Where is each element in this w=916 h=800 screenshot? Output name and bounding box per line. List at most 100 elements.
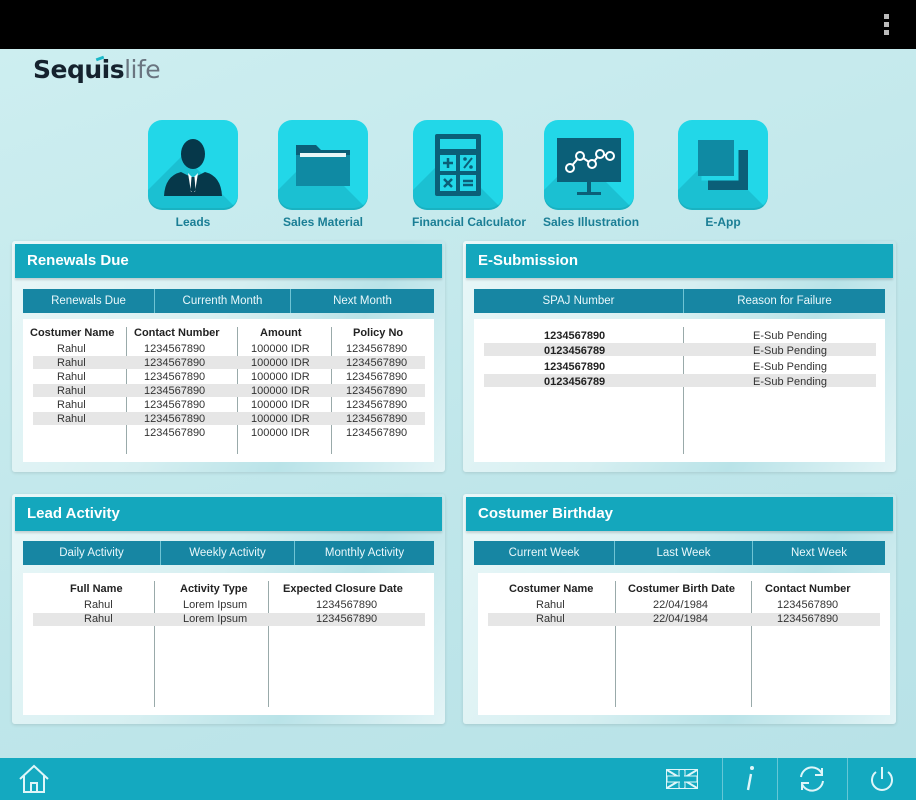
chart-monitor-icon xyxy=(557,138,621,195)
table-cell: 1234567890 xyxy=(316,599,378,611)
info-button[interactable] xyxy=(737,758,763,800)
birthday-tabs: Current Week Last Week Next Week xyxy=(474,541,885,565)
renewals-tabs: Renewals Due Currenth Month Next Month xyxy=(23,289,434,313)
tab-next-month[interactable]: Next Month xyxy=(291,289,434,313)
column-header: Expected Closure Date xyxy=(283,583,403,595)
nav-tile-sales-illustration[interactable]: Sales Illustration xyxy=(543,120,639,229)
birthday-table: Costumer Name Costumer Birth Date Contac… xyxy=(478,573,890,715)
table-cell: Lorem Ipsum xyxy=(183,613,248,625)
lead-activity-tabs: Daily Activity Weekly Activity Monthly A… xyxy=(23,541,434,565)
renewals-due-panel: Renewals Due Renewals Due Currenth Month… xyxy=(12,241,445,472)
table-cell: 1234567890 xyxy=(346,385,408,397)
bottom-toolbar xyxy=(0,758,916,800)
table-cell: 1234567890 xyxy=(346,399,408,411)
power-icon xyxy=(871,767,893,791)
table-cell: 1234567890 xyxy=(346,427,408,439)
table-cell: Rahul xyxy=(57,343,86,355)
table-cell: 1234567890 xyxy=(346,413,408,425)
column-header: Amount xyxy=(260,327,302,339)
info-icon xyxy=(746,766,754,791)
table-cell: Rahul xyxy=(57,357,86,369)
folder-icon xyxy=(296,145,350,186)
e-submission-tabs: SPAJ Number Reason for Failure xyxy=(474,289,885,313)
power-button[interactable] xyxy=(864,758,900,800)
tab-weekly-activity[interactable]: Weekly Activity xyxy=(161,541,295,565)
table-cell: 1234567890 xyxy=(144,399,206,411)
e-submission-panel: E-Submission SPAJ Number Reason for Fail… xyxy=(463,241,896,472)
costumer-birthday-panel: Costumer Birthday Current Week Last Week… xyxy=(463,494,896,724)
table-cell: 100000 IDR xyxy=(251,343,310,355)
table-cell: 22/04/1984 xyxy=(653,599,709,611)
uk-flag-icon xyxy=(666,769,698,789)
table-cell: 1234567890 xyxy=(346,371,408,383)
tab-current-month[interactable]: Currenth Month xyxy=(155,289,291,313)
table-cell: Rahul xyxy=(57,385,86,397)
table-cell: Rahul xyxy=(57,399,86,411)
tab-monthly-activity[interactable]: Monthly Activity xyxy=(295,541,434,565)
overflow-menu-icon[interactable] xyxy=(884,14,890,36)
tab-renewals-due[interactable]: Renewals Due xyxy=(23,289,155,313)
tab-daily-activity[interactable]: Daily Activity xyxy=(23,541,161,565)
column-header: Activity Type xyxy=(180,583,248,595)
nav-tile-sales-material[interactable]: Sales Material xyxy=(277,120,369,229)
table-cell: 1234567890 xyxy=(777,599,839,611)
tab-last-week[interactable]: Last Week xyxy=(615,541,753,565)
tab-reason-for-failure[interactable]: Reason for Failure xyxy=(684,289,885,313)
table-cell: Rahul xyxy=(84,599,113,611)
panel-title: E-Submission xyxy=(466,244,893,278)
calculator-icon xyxy=(435,134,481,196)
column-header: Full Name xyxy=(70,583,123,595)
table-cell: 1234567890 xyxy=(346,357,408,369)
table-cell: 1234567890 xyxy=(144,371,206,383)
table-cell: Rahul xyxy=(536,613,565,625)
table-cell: 1234567890 xyxy=(544,330,606,342)
column-header: Costumer Name xyxy=(30,327,115,339)
panel-title: Costumer Birthday xyxy=(466,497,893,531)
column-header: Costumer Birth Date xyxy=(628,583,735,595)
tab-current-week[interactable]: Current Week xyxy=(474,541,615,565)
table-cell: Rahul xyxy=(57,413,86,425)
system-status-bar xyxy=(0,0,916,49)
column-header: Policy No xyxy=(353,327,404,339)
table-cell: 1234567890 xyxy=(144,385,206,397)
nav-tile-leads[interactable]: Leads xyxy=(147,120,239,229)
tab-spaj-number[interactable]: SPAJ Number xyxy=(474,289,684,313)
language-button[interactable] xyxy=(664,758,700,800)
table-cell: 1234567890 xyxy=(777,613,839,625)
table-cell: 100000 IDR xyxy=(251,371,310,383)
home-button[interactable] xyxy=(14,758,54,800)
table-cell: 1234567890 xyxy=(144,427,206,439)
table-cell: E-Sub Pending xyxy=(753,360,827,373)
column-header: Contact Number xyxy=(765,583,851,595)
table-cell: 0123456789 xyxy=(544,345,606,358)
nav-tile-financial-calculator[interactable]: Financial Calculator xyxy=(412,120,526,229)
renewals-table: Costumer Name Contact Number Amount Poli… xyxy=(23,319,434,462)
table-cell: 100000 IDR xyxy=(251,413,310,425)
table-cell: 1234567890 xyxy=(544,360,606,373)
panel-title: Lead Activity xyxy=(15,497,442,531)
table-cell: 100000 IDR xyxy=(251,385,310,397)
table-cell: 22/04/1984 xyxy=(653,613,709,625)
table-cell: 100000 IDR xyxy=(251,357,310,369)
nav-tile-e-app[interactable]: E-App xyxy=(677,120,769,229)
e-submission-table: 1234567890 E-Sub Pending 0123456789 E-Sub P… xyxy=(474,319,885,462)
refresh-button[interactable] xyxy=(794,758,830,800)
column-header: Contact Number xyxy=(134,327,220,339)
table-cell: 0123456789 xyxy=(544,375,606,388)
table-cell: 1234567890 xyxy=(346,343,408,355)
table-cell: Rahul xyxy=(57,371,86,383)
table-cell: E-Sub Pending xyxy=(753,345,827,358)
table-cell: 1234567890 xyxy=(144,343,206,355)
lead-activity-panel: Lead Activity Daily Activity Weekly Acti… xyxy=(12,494,445,724)
table-cell: 100000 IDR xyxy=(251,427,310,439)
tab-next-week[interactable]: Next Week xyxy=(753,541,885,565)
home-icon xyxy=(19,764,49,793)
table-cell: Lorem Ipsum xyxy=(183,599,248,611)
refresh-icon xyxy=(800,766,824,792)
table-cell: 1234567890 xyxy=(144,357,206,369)
table-cell: Rahul xyxy=(536,599,565,611)
column-header: Costumer Name xyxy=(509,583,594,595)
table-cell: E-Sub Pending xyxy=(753,330,827,342)
sequis-life-logo: Sequis life xyxy=(33,55,161,84)
table-cell: E-Sub Pending xyxy=(753,375,827,388)
